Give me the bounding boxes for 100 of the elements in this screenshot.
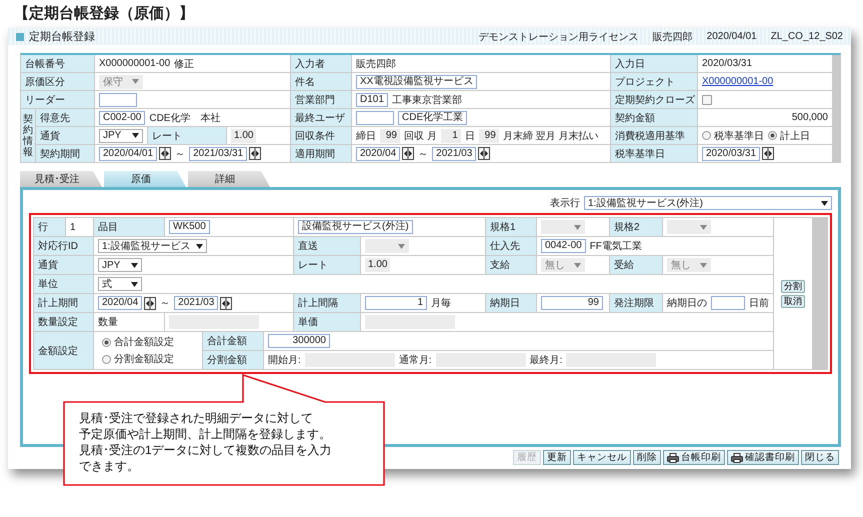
radio-icon[interactable] <box>768 131 777 140</box>
caret-icon <box>131 262 138 268</box>
input-field[interactable]: WK500 <box>169 220 210 234</box>
project-link[interactable]: X000000001-00 <box>702 76 774 87</box>
dropdown[interactable]: JPY <box>98 258 142 272</box>
field-label: レート <box>147 127 227 144</box>
input-field[interactable] <box>99 92 137 106</box>
input-field[interactable]: D101 <box>356 92 388 106</box>
field-text: 納期日の <box>667 296 707 310</box>
toolbar-button[interactable]: 削除 <box>633 450 661 465</box>
field-text: FF電気工業 <box>590 240 642 253</box>
number-field[interactable]: 1 <box>365 296 427 310</box>
readonly-field: 1.00 <box>365 258 390 272</box>
field-label: 定期契約クローズ <box>611 91 697 108</box>
radio-icon[interactable] <box>702 131 711 140</box>
spinner-icon[interactable] <box>220 296 232 310</box>
toolbar-button[interactable]: 台帳印刷 <box>663 450 725 465</box>
window-icon <box>16 32 24 40</box>
radio-icon[interactable] <box>102 338 111 346</box>
field-text: 月末締 翌月 月末払い <box>502 130 598 142</box>
input-field[interactable]: C002-00 <box>99 110 146 124</box>
radio-button[interactable]: 計上日 <box>768 128 810 142</box>
license-text: デモンストレーション用ライセンス <box>478 30 639 44</box>
date-field[interactable]: 2021/03 <box>432 146 476 160</box>
display-row-label: 表示行 <box>550 196 580 210</box>
number-field[interactable]: 300000 <box>268 334 330 348</box>
field-text: 回収 月 <box>404 130 437 142</box>
field-label: 金額設定 <box>34 332 93 369</box>
dropdown[interactable]: JPY <box>99 128 143 142</box>
spinner-icon[interactable] <box>144 296 156 310</box>
input-field[interactable]: 設備監視サービス(外注) <box>298 220 413 234</box>
field-text: 修正 <box>174 58 194 70</box>
callout-text: 見積･受注の1データに対して複数の品目を入力 <box>79 442 332 458</box>
dropdown[interactable]: 式 <box>98 277 142 291</box>
number-field[interactable]: 99 <box>541 296 603 310</box>
tab[interactable]: 原価 <box>104 171 186 187</box>
caret-icon <box>196 244 204 248</box>
field-label: 営業部門 <box>291 91 351 108</box>
tab[interactable]: 詳細 <box>188 171 270 187</box>
readonly-field: 99 <box>380 128 400 142</box>
checkbox[interactable] <box>702 94 712 104</box>
date-field[interactable]: 2021/03 <box>174 296 218 310</box>
date-field[interactable]: 2020/04 <box>98 296 142 310</box>
field-label: 規格2 <box>610 218 662 236</box>
field-text: 通常月: <box>398 354 432 367</box>
field-label: 台帳番号 <box>21 55 94 72</box>
dropdown[interactable]: 1:設備監視サービス(外注) <box>584 196 832 210</box>
date-field[interactable]: 2021/03/31 <box>189 146 248 160</box>
spinner-icon[interactable] <box>478 147 490 160</box>
field-label: 計上間隔 <box>294 294 360 312</box>
field-text: CDE化学 本社 <box>149 112 220 124</box>
field-label: 品目 <box>94 218 164 236</box>
field-label: 最終ユーザ <box>291 109 351 126</box>
action-button[interactable]: 分割 <box>781 280 805 292</box>
input-field[interactable] <box>356 110 394 124</box>
callout-text: できます。 <box>79 458 139 474</box>
dropdown[interactable]: 1:設備監視サービス <box>98 239 208 253</box>
spinner-icon[interactable] <box>159 147 172 160</box>
field-label: 受給 <box>610 256 662 274</box>
page-title: 【定期台帳登録（原価）】 <box>14 4 195 24</box>
date-text: 2020/04/01 <box>706 31 757 42</box>
date-field[interactable]: 2020/04/01 <box>99 146 158 160</box>
spinner-icon[interactable] <box>249 147 262 160</box>
input-field[interactable]: CDE化学工業 <box>398 110 468 124</box>
input-field[interactable] <box>711 296 745 310</box>
field-label: 通貨 <box>36 127 94 144</box>
user-name: 販売四郎 <box>652 30 693 44</box>
field-text: X000000001-00 <box>99 58 170 69</box>
field-text: ～ <box>418 148 428 160</box>
radio-button[interactable]: 合計金額設定 <box>102 335 194 349</box>
field-label: 適用期間 <box>291 145 351 162</box>
radio-icon[interactable] <box>102 354 111 364</box>
callout-text: 予定原価や計上期間、計上間隔を登録します。 <box>79 426 331 442</box>
field-label: 直送 <box>294 237 360 255</box>
readonly-field: 99 <box>478 128 499 142</box>
field-text: 日 <box>464 130 475 142</box>
printer-icon <box>667 452 679 462</box>
toolbar-button[interactable]: 確認書印刷 <box>727 450 799 465</box>
radio-button[interactable]: 分割金額設定 <box>102 352 194 366</box>
spinner-icon[interactable] <box>762 147 774 160</box>
field-label: 税率基準日 <box>611 145 697 162</box>
caret-icon <box>398 244 405 248</box>
field-label: 契約金額 <box>611 109 697 126</box>
field-label: 発注期限 <box>610 294 662 312</box>
toolbar-button[interactable]: キャンセル <box>573 450 631 465</box>
action-button[interactable]: 取消 <box>781 294 805 308</box>
tab[interactable]: 見積･受注 <box>20 171 102 187</box>
date-field[interactable]: 2020/04 <box>356 146 400 160</box>
caret-icon <box>574 262 581 268</box>
input-field[interactable]: XX電視設備監視サービス <box>356 74 478 88</box>
date-field[interactable]: 2020/03/31 <box>702 146 760 160</box>
spinner-icon[interactable] <box>402 147 414 160</box>
field-label: 件名 <box>291 73 351 90</box>
toolbar-button[interactable]: 更新 <box>543 450 571 465</box>
toolbar-button[interactable]: 閉じる <box>801 450 839 465</box>
field-label: プロジェクト <box>611 73 697 90</box>
field-label: 通貨 <box>34 256 93 274</box>
input-field[interactable]: 0042-00 <box>541 239 586 253</box>
field-text: 月毎 <box>431 297 451 310</box>
radio-button[interactable]: 税率基準日 <box>702 128 764 142</box>
